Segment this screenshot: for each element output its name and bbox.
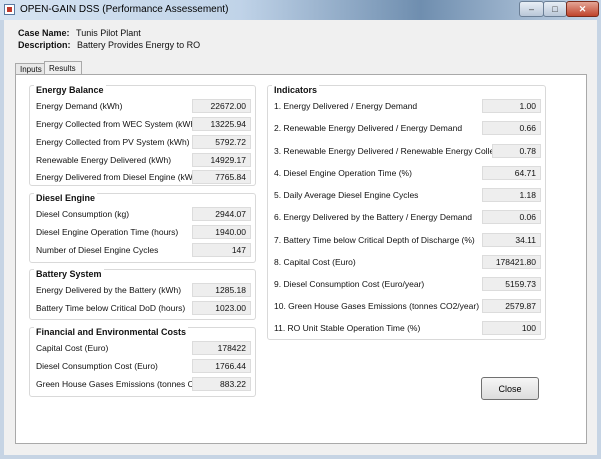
diesel-consumption-row: Diesel Consumption (kg) 2944.07 [36,207,251,222]
row-label: Energy Delivered from Diesel Engine (kWh… [36,172,201,182]
row-label: 11. RO Unit Stable Operation Time (%) [274,323,421,333]
indicator-row: 10. Green House Gases Emissions (tonnes … [274,299,541,314]
case-name-line: Case Name: Tunis Pilot Plant [18,28,141,38]
indicator-value[interactable]: 2579.87 [482,299,541,313]
row-label: 9. Diesel Consumption Cost (Euro/year) [274,279,425,289]
energy-balance-group: Energy Balance Energy Demand (kWh) 22672… [29,85,256,186]
battery-system-group: Battery System Energy Delivered by the B… [29,269,256,320]
diesel-cost-value[interactable]: 1766.44 [192,359,251,373]
app-icon [4,4,15,15]
group-title: Indicators [272,85,320,95]
row-label: Diesel Engine Operation Time (hours) [36,227,179,237]
indicator-value[interactable]: 0.78 [492,144,541,158]
row-label: Battery Time below Critical DoD (hours) [36,303,186,313]
row-label: Energy Demand (kWh) [36,101,123,111]
indicator-value[interactable]: 0.66 [482,121,541,135]
battery-critical-time-value[interactable]: 1023.00 [192,301,251,315]
diesel-engine-group: Diesel Engine Diesel Consumption (kg) 29… [29,193,256,263]
indicator-row: 6. Energy Delivered by the Battery / Ene… [274,210,541,225]
indicator-value[interactable]: 100 [482,321,541,335]
indicator-row: 3. Renewable Energy Delivered / Renewabl… [274,144,541,159]
row-label: 2. Renewable Energy Delivered / Energy D… [274,123,463,133]
tab-results[interactable]: Results [44,61,82,75]
row-label: 3. Renewable Energy Delivered / Renewabl… [274,146,511,156]
case-name-label: Case Name: [18,28,70,38]
row-label: 7. Battery Time below Critical Depth of … [274,235,475,245]
row-label: 1. Energy Delivered / Energy Demand [274,101,418,111]
diesel-energy-value[interactable]: 7765.84 [192,170,251,184]
energy-demand-row: Energy Demand (kWh) 22672.00 [36,99,251,114]
wec-energy-value[interactable]: 13225.94 [192,117,251,131]
indicators-group: Indicators 1. Energy Delivered / Energy … [267,85,546,340]
case-description-value: Battery Provides Energy to RO [77,40,201,50]
diesel-operation-time-row: Diesel Engine Operation Time (hours) 194… [36,225,251,240]
close-window-button[interactable]: ✕ [566,1,599,17]
energy-demand-value[interactable]: 22672.00 [192,99,251,113]
row-label: 6. Energy Delivered by the Battery / Ene… [274,212,472,222]
indicator-value[interactable]: 34.11 [482,233,541,247]
diesel-consumption-value[interactable]: 2944.07 [192,207,251,221]
financial-costs-group: Financial and Environmental Costs Capita… [29,327,256,397]
ghg-emissions-value[interactable]: 883.22 [192,377,251,391]
indicator-value[interactable]: 1.18 [482,188,541,202]
indicator-value[interactable]: 5159.73 [482,277,541,291]
pv-energy-row: Energy Collected from PV System (kWh) 57… [36,135,251,150]
indicator-row: 5. Daily Average Diesel Engine Cycles 1.… [274,188,541,203]
case-name-value: Tunis Pilot Plant [76,28,141,38]
indicator-row: 2. Renewable Energy Delivered / Energy D… [274,121,541,136]
indicator-value[interactable]: 0.06 [482,210,541,224]
indicator-value[interactable]: 64.71 [482,166,541,180]
diesel-cycles-value[interactable]: 147 [192,243,251,257]
ghg-emissions-row: Green House Gases Emissions (tonnes CO2)… [36,377,251,392]
renewable-energy-value[interactable]: 14929.17 [192,153,251,167]
diesel-energy-row: Energy Delivered from Diesel Engine (kWh… [36,170,251,185]
window-title: OPEN-GAIN DSS (Performance Assessement) [20,4,229,15]
close-button[interactable]: Close [481,377,539,400]
indicator-row: 1. Energy Delivered / Energy Demand 1.00 [274,99,541,114]
minimize-button[interactable]: – [519,1,544,17]
indicator-row: 4. Diesel Engine Operation Time (%) 64.7… [274,166,541,181]
renewable-energy-row: Renewable Energy Delivered (kWh) 14929.1… [36,153,251,168]
results-panel: Energy Balance Energy Demand (kWh) 22672… [15,74,587,444]
row-label: 4. Diesel Engine Operation Time (%) [274,168,412,178]
capital-cost-row: Capital Cost (Euro) 178422 [36,341,251,356]
indicator-value[interactable]: 1.00 [482,99,541,113]
row-label: 8. Capital Cost (Euro) [274,257,356,267]
group-title: Battery System [34,269,104,279]
indicator-row: 8. Capital Cost (Euro) 178421.80 [274,255,541,270]
row-label: Green House Gases Emissions (tonnes CO2) [36,379,208,389]
group-title: Diesel Engine [34,193,98,203]
row-label: 10. Green House Gases Emissions (tonnes … [274,301,480,311]
row-label: Capital Cost (Euro) [36,343,109,353]
group-title: Energy Balance [34,85,106,95]
indicator-row: 11. RO Unit Stable Operation Time (%) 10… [274,321,541,336]
row-label: Energy Collected from WEC System (kWh) [36,119,199,129]
diesel-cost-row: Diesel Consumption Cost (Euro) 1766.44 [36,359,251,374]
battery-critical-time-row: Battery Time below Critical DoD (hours) … [36,301,251,316]
indicator-row: 9. Diesel Consumption Cost (Euro/year) 5… [274,277,541,292]
diesel-cycles-row: Number of Diesel Engine Cycles 147 [36,243,251,258]
case-description-label: Description: [18,40,71,50]
diesel-operation-time-value[interactable]: 1940.00 [192,225,251,239]
battery-energy-value[interactable]: 1285.18 [192,283,251,297]
wec-energy-row: Energy Collected from WEC System (kWh) 1… [36,117,251,132]
indicator-row: 7. Battery Time below Critical Depth of … [274,233,541,248]
row-label: 5. Daily Average Diesel Engine Cycles [274,190,419,200]
row-label: Energy Collected from PV System (kWh) [36,137,190,147]
capital-cost-value[interactable]: 178422 [192,341,251,355]
row-label: Number of Diesel Engine Cycles [36,245,159,255]
case-description-line: Description: Battery Provides Energy to … [18,40,200,50]
indicator-value[interactable]: 178421.80 [482,255,541,269]
battery-energy-row: Energy Delivered by the Battery (kWh) 12… [36,283,251,298]
row-label: Diesel Consumption (kg) [36,209,130,219]
row-label: Energy Delivered by the Battery (kWh) [36,285,182,295]
row-label: Renewable Energy Delivered (kWh) [36,155,172,165]
row-label: Diesel Consumption Cost (Euro) [36,361,158,371]
pv-energy-value[interactable]: 5792.72 [192,135,251,149]
maximize-button[interactable]: □ [543,1,567,17]
group-title: Financial and Environmental Costs [34,327,189,337]
title-bar: OPEN-GAIN DSS (Performance Assessement) … [0,0,601,20]
